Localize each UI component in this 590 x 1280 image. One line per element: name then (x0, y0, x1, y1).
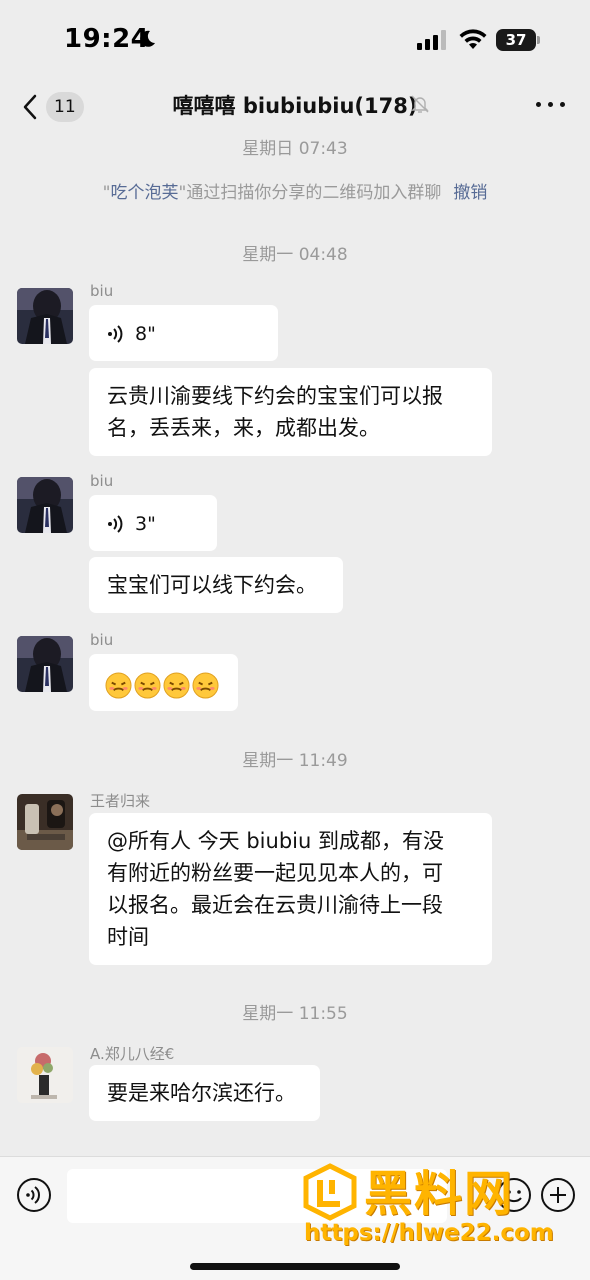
sender-name: A.郑儿八经€ (90, 1045, 175, 1063)
watermark-logo (303, 1163, 357, 1221)
more-options-button[interactable] (534, 92, 568, 116)
sender-name: biu (90, 631, 114, 649)
avatar[interactable] (17, 794, 73, 850)
voice-icon (108, 515, 123, 533)
watermark: 黑料网 https://hlwe22.com (300, 1158, 585, 1253)
emoji-icon (163, 671, 190, 699)
avatar[interactable] (17, 636, 73, 692)
message-line: 名，丢丢来，来，成都出发。 (107, 416, 380, 440)
unread-count-badge: 11 (46, 92, 84, 122)
avatar[interactable] (17, 477, 73, 533)
timestamp: 星期一 11:55 (242, 1004, 348, 1024)
watermark-text: 黑料网 (364, 1166, 515, 1222)
timestamp: 星期一 04:48 (242, 245, 348, 265)
voice-duration: 8" (135, 323, 156, 345)
message-list[interactable]: 星期日 07:43 "吃个泡芙"通过扫描你分享的二维码加入群聊 撤销 星期一 04… (0, 132, 590, 1156)
system-quote-open: " (102, 183, 111, 203)
voice-duration: 3" (135, 513, 156, 535)
system-text: 通过扫描你分享的二维码加入群聊 (186, 183, 442, 203)
voice-icon (108, 325, 123, 343)
message-line: 云贵川渝要线下约会的宝宝们可以报 (107, 384, 443, 408)
emoji-icon (134, 671, 161, 699)
battery-icon: 37 (496, 29, 540, 51)
text-message[interactable]: 要是来哈尔滨还行。 (89, 1065, 320, 1121)
moon-icon (140, 30, 155, 47)
text-message[interactable]: 云贵川渝要线下约会的宝宝们可以报 名，丢丢来，来，成都出发。 (89, 368, 492, 456)
status-bar: 19:24 37 (0, 0, 590, 80)
voice-message[interactable]: 3" (89, 495, 217, 551)
mute-bell-icon (411, 95, 429, 113)
voice-input-icon[interactable] (16, 1177, 52, 1213)
message-line: 时间 (107, 925, 149, 949)
message-line: 以报名。最近会在云贵川渝待上一段 (107, 893, 443, 917)
back-chevron-icon (23, 94, 37, 120)
revoke-link[interactable]: 撤销 (453, 183, 487, 203)
battery-level: 37 (505, 31, 527, 49)
watermark-url: https://hlwe22.com (304, 1220, 554, 1246)
home-indicator[interactable] (190, 1263, 400, 1270)
emoji-icon (105, 671, 132, 699)
sender-name: biu (90, 472, 114, 490)
wifi-icon (459, 29, 487, 49)
timestamp: 星期一 11:49 (242, 751, 348, 771)
back-button[interactable]: 11 (14, 86, 84, 126)
sender-name: biu (90, 282, 114, 300)
text-message[interactable]: @所有人 今天 biubiu 到成都，有没 有附近的粉丝要一起见见本人的，可 以… (89, 813, 492, 965)
text-message[interactable]: 宝宝们可以线下约会。 (89, 557, 343, 613)
emoji-icon (192, 671, 219, 699)
system-member-name[interactable]: 吃个泡芙 (111, 183, 179, 203)
avatar[interactable] (17, 1047, 73, 1103)
voice-message[interactable]: 8" (89, 305, 278, 361)
chat-title: 嘻嘻嘻 biubiubiu(178) (172, 94, 418, 118)
emoji-message[interactable] (89, 654, 238, 711)
chat-header: 11 嘻嘻嘻 biubiubiu(178) (0, 80, 590, 132)
timestamp: 星期日 07:43 (242, 139, 348, 159)
sender-name: 王者归来 (90, 792, 151, 810)
message-line: 有附近的粉丝要一起见见本人的，可 (107, 861, 443, 885)
avatar[interactable] (17, 288, 73, 344)
signal-icon (417, 30, 446, 50)
system-message: "吃个泡芙"通过扫描你分享的二维码加入群聊 撤销 (0, 178, 590, 203)
message-line: @所有人 今天 biubiu 到成都，有没 (107, 829, 444, 853)
